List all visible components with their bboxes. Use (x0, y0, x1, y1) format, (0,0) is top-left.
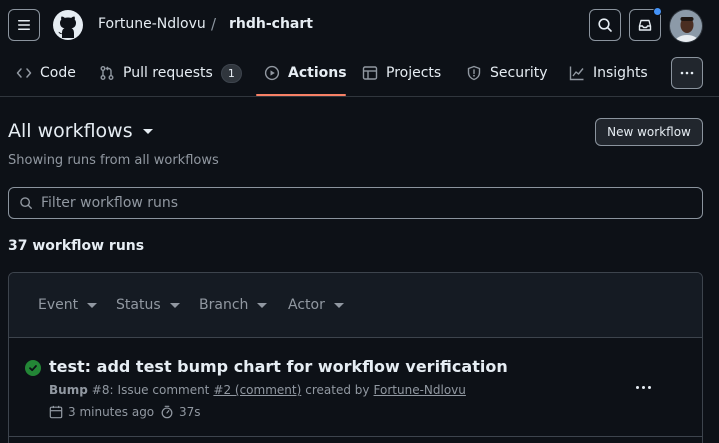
created-by-text: created by (305, 383, 370, 397)
runs-filter-bar: Event Status Branch Actor (9, 273, 702, 338)
duration-value: 37s (179, 405, 201, 419)
search-icon (598, 18, 612, 32)
row-divider (8, 436, 703, 437)
tab-label: Actions (288, 65, 347, 81)
run-timestamp: 3 minutes ago (49, 405, 154, 419)
caret-down-icon (142, 128, 153, 134)
workflow-run-count: 37 workflow runs (8, 238, 145, 254)
kebab-horizontal-icon (680, 71, 694, 75)
breadcrumb-separator: / (211, 15, 217, 33)
run-options-button[interactable] (631, 378, 655, 396)
check-circle-icon (25, 360, 41, 376)
workflows-selector[interactable]: All workflows (8, 120, 153, 142)
search-icon (20, 197, 32, 209)
caret-down-icon (87, 302, 98, 308)
tab-security[interactable]: Security (466, 64, 548, 82)
tab-label: Insights (593, 65, 648, 81)
run-number: #8: (91, 383, 114, 397)
shield-icon (467, 65, 481, 81)
tab-label: Projects (386, 65, 442, 81)
tab-insights[interactable]: Insights (569, 64, 648, 82)
actor-filter-button[interactable]: Actor (288, 297, 344, 313)
filter-label: Actor (288, 297, 325, 313)
new-workflow-button[interactable]: New workflow (595, 118, 703, 146)
workflow-run-title-link[interactable]: test: add test bump chart for workflow v… (49, 357, 508, 376)
tab-projects[interactable]: Projects (362, 64, 441, 82)
graph-icon (569, 66, 584, 81)
dot (641, 385, 645, 389)
calendar-icon (49, 405, 63, 419)
hamburger-icon (18, 20, 30, 30)
caret-down-icon (333, 302, 344, 308)
workflow-run-meta: Bump #8: Issue comment #2 (comment) crea… (49, 383, 466, 397)
filter-workflow-runs-input[interactable]: Filter workflow runs (8, 187, 703, 219)
run-author-link[interactable]: Fortune-Ndlovu (374, 383, 466, 397)
git-pull-request-icon (100, 66, 114, 80)
search-button[interactable] (589, 9, 621, 41)
more-tabs-button[interactable] (671, 57, 703, 89)
play-icon (264, 65, 280, 81)
tab-actions[interactable]: Actions (264, 64, 347, 82)
pull-requests-count-badge: 1 (220, 63, 242, 83)
tab-label: Security (490, 65, 548, 81)
filter-label: Status (116, 297, 161, 313)
tab-pull-requests[interactable]: Pull requests 1 (99, 63, 242, 83)
tab-bar-divider (0, 96, 719, 97)
code-icon (16, 68, 32, 78)
inbox-icon (638, 19, 652, 31)
repo-name-link[interactable]: rhdh-chart (229, 16, 313, 32)
table-icon (362, 66, 378, 80)
page-title: All workflows (8, 120, 133, 142)
event-filter-button[interactable]: Event (38, 297, 98, 313)
notification-indicator (653, 7, 662, 16)
stopwatch-icon (161, 405, 173, 419)
github-logo-icon[interactable] (52, 9, 84, 41)
caret-down-icon (169, 302, 180, 308)
branch-filter-button[interactable]: Branch (199, 297, 268, 313)
status-filter-button[interactable]: Status (116, 297, 180, 313)
tab-label: Pull requests (123, 65, 213, 81)
run-duration: 37s (160, 405, 201, 419)
run-event: Issue comment (117, 383, 210, 397)
user-avatar-icon (670, 10, 702, 42)
repo-owner-link[interactable]: Fortune-Ndlovu (98, 16, 206, 32)
workflow-name: Bump (49, 383, 88, 397)
filter-placeholder: Filter workflow runs (41, 195, 179, 211)
dot (647, 385, 651, 389)
time-ago: 3 minutes ago (68, 405, 155, 419)
filter-label: Branch (199, 297, 249, 313)
caret-down-icon (257, 302, 268, 308)
tab-code[interactable]: Code (16, 64, 76, 82)
tab-label: Code (40, 65, 76, 81)
page-subtitle: Showing runs from all workflows (8, 153, 219, 168)
run-trigger-link[interactable]: #2 (comment) (213, 383, 301, 397)
filter-label: Event (38, 297, 79, 313)
dot (635, 385, 639, 389)
menu-button[interactable] (8, 9, 40, 41)
avatar[interactable] (669, 9, 703, 43)
